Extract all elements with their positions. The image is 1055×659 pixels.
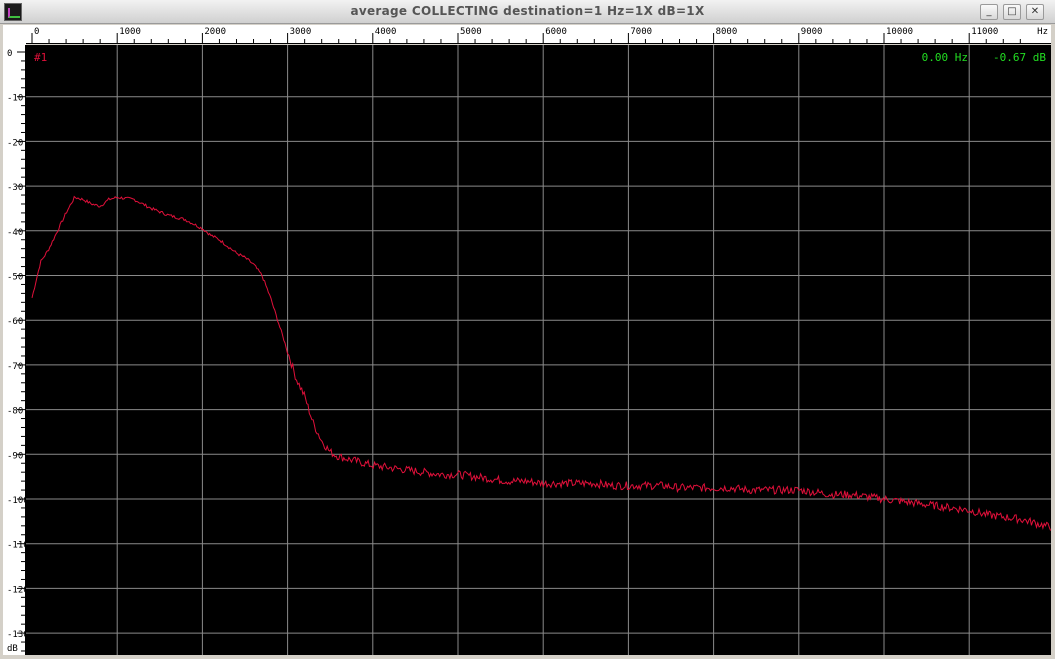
- y-tick-label: -90: [7, 451, 23, 461]
- y-tick-label: -70: [7, 362, 23, 372]
- x-tick-label: 5000: [460, 27, 482, 37]
- x-tick-label: 7000: [630, 27, 652, 37]
- title-bar: average COLLECTING destination=1 Hz=1X d…: [0, 0, 1055, 24]
- trace-label: #1: [34, 51, 47, 64]
- level-ruler[interactable]: 0 -10 -20 -30 -40 -50 -60 -70 -80 -90 -100 -110 -120…: [3, 45, 26, 655]
- ruler-corner: [3, 25, 26, 45]
- x-tick-label: 10000: [886, 27, 913, 37]
- y-tick-label: 0: [7, 49, 12, 59]
- spectrum-plot[interactable]: #1 0.00 Hz -0.67 dB: [26, 45, 1052, 655]
- cursor-frequency-readout: 0.00 Hz: [922, 51, 968, 64]
- y-tick-label: -50: [7, 273, 23, 283]
- x-tick-label: 9000: [801, 27, 823, 37]
- y-tick-label: -130: [7, 630, 26, 640]
- x-tick-label: 4000: [375, 27, 397, 37]
- x-tick-label: 1000: [119, 27, 141, 37]
- x-tick-label: 0: [34, 27, 39, 37]
- close-button[interactable]: ✕: [1026, 4, 1044, 20]
- x-tick-label: 2000: [204, 27, 226, 37]
- y-tick-label: -30: [7, 183, 23, 193]
- y-tick-label: -80: [7, 407, 23, 417]
- x-unit-label: Hz: [1037, 27, 1048, 37]
- x-tick-label: 6000: [545, 27, 567, 37]
- y-unit-label: dB: [7, 644, 18, 654]
- x-tick-label: 11000: [971, 27, 998, 37]
- y-tick-label: -60: [7, 317, 23, 327]
- y-tick-label: -20: [7, 138, 23, 148]
- spectrum-trace: [31, 195, 1052, 531]
- y-tick-label: -120: [7, 585, 26, 595]
- y-tick-label: -10: [7, 94, 23, 104]
- y-tick-label: -110: [7, 541, 26, 551]
- y-tick-label: -100: [7, 496, 26, 506]
- minimize-button[interactable]: _: [980, 4, 998, 20]
- x-tick-label: 8000: [716, 27, 738, 37]
- window-title: average COLLECTING destination=1 Hz=1X d…: [350, 4, 705, 18]
- maximize-button[interactable]: □: [1003, 4, 1021, 20]
- y-tick-label: -40: [7, 228, 23, 238]
- x-tick-label: 3000: [290, 27, 312, 37]
- cursor-level-readout: -0.67 dB: [993, 51, 1046, 64]
- frequency-ruler[interactable]: 0 1000 2000 3000 4000 5000 6000 7000 8000 9000 100…: [26, 25, 1051, 44]
